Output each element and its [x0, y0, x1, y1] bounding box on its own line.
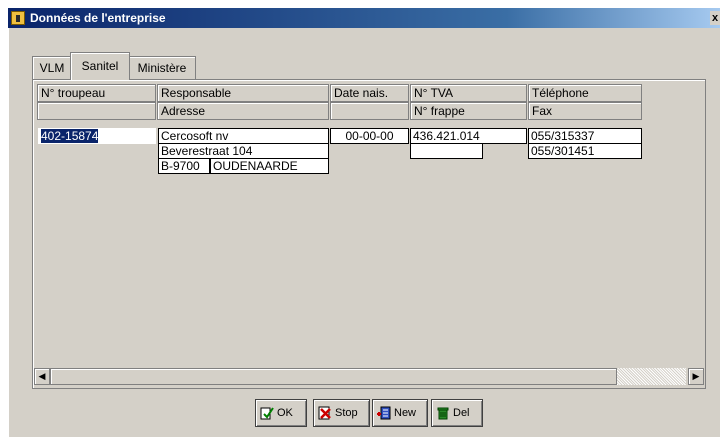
header-tva: N° TVA	[410, 84, 527, 102]
header-responsable: Responsable	[157, 84, 329, 102]
tab-sanitel[interactable]: Sanitel	[70, 52, 130, 80]
header-blank-2	[330, 102, 409, 120]
new-button[interactable]: New	[372, 399, 428, 427]
scroll-right-button[interactable]: ▶	[688, 368, 704, 385]
header-date-nais: Date nais.	[330, 84, 409, 102]
adresse-field[interactable]: Beverestraat 104	[158, 143, 329, 159]
red-x-icon	[318, 406, 331, 420]
postal-code-field[interactable]: B-9700	[158, 158, 210, 174]
header-fax: Fax	[528, 102, 642, 120]
responsable-field[interactable]: Cercosoft nv	[158, 128, 329, 144]
check-doc-icon	[260, 407, 274, 420]
ok-button[interactable]: OK	[255, 399, 307, 427]
horizontal-scrollbar[interactable]: ◀ ▶	[33, 368, 705, 386]
scroll-thumb[interactable]	[50, 368, 617, 385]
header-frappe: N° frappe	[410, 102, 527, 120]
app-icon	[11, 11, 25, 25]
title-bar[interactable]: Données de l'entreprise x	[8, 8, 720, 28]
frappe-field[interactable]	[410, 143, 483, 159]
window-title: Données de l'entreprise	[30, 11, 166, 25]
header-troupeau: N° troupeau	[37, 84, 156, 102]
new-record-icon	[377, 406, 391, 420]
tab-ministere[interactable]: Ministère	[128, 56, 196, 79]
close-button[interactable]: x	[710, 11, 720, 25]
tab-vlm[interactable]: VLM	[32, 56, 72, 79]
troupeau-field[interactable]: 402-15874	[38, 128, 156, 144]
commune-field[interactable]: OUDENAARDE	[210, 158, 329, 174]
header-blank-1	[37, 102, 156, 120]
header-telephone: Téléphone	[528, 84, 642, 102]
date-nais-field[interactable]: 00-00-00	[330, 128, 409, 144]
telephone-field[interactable]: 055/315337	[528, 128, 642, 144]
stop-button[interactable]: Stop	[313, 399, 370, 427]
trash-icon	[437, 407, 449, 420]
del-button[interactable]: Del	[431, 399, 483, 427]
scroll-left-button[interactable]: ◀	[34, 368, 50, 385]
tva-field[interactable]: 436.421.014	[410, 128, 527, 144]
header-adresse: Adresse	[157, 102, 329, 120]
fax-field[interactable]: 055/301451	[528, 143, 642, 159]
company-data-window: Données de l'entreprise x VLM Sanitel Mi…	[8, 8, 720, 437]
tab-panel-sanitel: N° troupeau Responsable Date nais. N° TV…	[32, 79, 706, 389]
